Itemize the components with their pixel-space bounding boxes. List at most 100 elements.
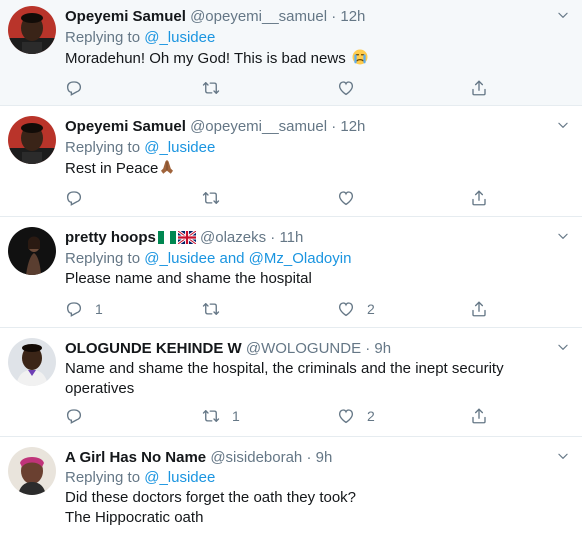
user-handle[interactable]: @WOLOGUNDE xyxy=(246,340,361,357)
timestamp[interactable]: 9h xyxy=(374,340,391,357)
tweet-actions xyxy=(65,78,505,98)
tweet-header: OLOGUNDE KEHINDE W @WOLOGUNDE · 9h xyxy=(65,339,391,359)
heart-icon xyxy=(337,79,355,97)
tweet-item[interactable]: Opeyemi Samuel @opeyemi__samuel · 12h Re… xyxy=(0,0,582,106)
tweet-actions: 1 2 xyxy=(65,406,505,426)
retweet-button[interactable] xyxy=(202,299,220,319)
separator: · xyxy=(306,449,312,466)
heart-icon xyxy=(337,407,355,425)
tweet-item[interactable]: Opeyemi Samuel @opeyemi__samuel · 12h Re… xyxy=(0,106,582,217)
replying-to-label: Replying to xyxy=(65,139,141,156)
reply-to-link[interactable]: @_lusidee xyxy=(144,469,215,486)
separator: · xyxy=(331,8,337,25)
tweet-text: Rest in Peace xyxy=(65,158,176,179)
user-handle[interactable]: @sisideborah xyxy=(210,449,302,466)
share-icon xyxy=(470,407,488,425)
user-handle[interactable]: @opeyemi__samuel xyxy=(190,8,327,25)
reply-count: 1 xyxy=(95,301,103,317)
avatar[interactable] xyxy=(8,116,56,164)
share-icon xyxy=(470,79,488,97)
tweet-item[interactable]: A Girl Has No Name @sisideborah · 9h Rep… xyxy=(0,437,582,536)
user-handle[interactable]: @opeyemi__samuel xyxy=(190,118,327,135)
heart-icon xyxy=(337,300,355,318)
reply-button[interactable] xyxy=(65,406,83,426)
avatar[interactable] xyxy=(8,227,56,275)
reply-button[interactable] xyxy=(65,78,83,98)
tweet-text-line: The Hippocratic oath xyxy=(65,509,204,526)
replying-to-label: Replying to xyxy=(65,29,141,46)
uk-flag-icon xyxy=(177,231,196,244)
tweet-header: A Girl Has No Name @sisideborah · 9h xyxy=(65,448,332,468)
tweet-text-body: Moradehun! Oh my God! This is bad news xyxy=(65,50,346,67)
like-button[interactable] xyxy=(337,78,355,98)
separator: · xyxy=(365,340,371,357)
reply-icon xyxy=(65,407,83,425)
folded-hands-icon xyxy=(161,160,174,174)
avatar[interactable] xyxy=(8,447,56,495)
reply-icon xyxy=(65,79,83,97)
avatar[interactable] xyxy=(8,6,56,54)
display-name[interactable]: OLOGUNDE KEHINDE W xyxy=(65,340,242,357)
share-button[interactable] xyxy=(470,299,488,319)
tweet-text-body: Rest in Peace xyxy=(65,160,159,177)
replying-to-label: Replying to xyxy=(65,469,141,486)
tweet-text-body: Name and shame the hospital, the crimina… xyxy=(65,360,504,397)
reply-to-link[interactable]: @_lusidee xyxy=(144,139,215,156)
retweet-button[interactable] xyxy=(202,188,220,208)
like-count: 2 xyxy=(367,408,375,424)
tweet-text-body: Please name and shame the hospital xyxy=(65,270,312,287)
retweet-button[interactable] xyxy=(202,78,220,98)
tweet-item[interactable]: pretty hoops @olazeks · 11h Replying to … xyxy=(0,217,582,328)
reply-icon xyxy=(65,300,83,318)
chevron-down-icon[interactable] xyxy=(556,449,570,463)
crying-face-icon xyxy=(352,49,368,65)
like-button[interactable]: 2 xyxy=(337,406,375,426)
timestamp[interactable]: 12h xyxy=(340,8,365,25)
timestamp[interactable]: 11h xyxy=(279,229,303,246)
chevron-down-icon[interactable] xyxy=(556,340,570,354)
retweet-icon xyxy=(202,79,220,97)
reply-button[interactable]: 1 xyxy=(65,299,103,319)
share-icon xyxy=(470,189,488,207)
chevron-down-icon[interactable] xyxy=(556,8,570,22)
tweet-text: Please name and shame the hospital xyxy=(65,269,312,289)
replying-to: Replying to @_lusidee xyxy=(65,138,215,158)
timestamp[interactable]: 9h xyxy=(316,449,333,466)
avatar[interactable] xyxy=(8,338,56,386)
retweet-icon xyxy=(202,189,220,207)
chevron-down-icon[interactable] xyxy=(556,118,570,132)
display-name[interactable]: pretty hoops xyxy=(65,229,156,246)
nigeria-flag-icon xyxy=(157,231,176,244)
tweet-item[interactable]: OLOGUNDE KEHINDE W @WOLOGUNDE · 9h Name … xyxy=(0,328,582,437)
retweet-icon xyxy=(202,300,220,318)
tweet-text-line: Did these doctors forget the oath they t… xyxy=(65,489,357,506)
tweet-text: Name and shame the hospital, the crimina… xyxy=(65,359,505,399)
reply-to-link[interactable]: @_lusidee and @Mz_Oladoyin xyxy=(144,250,351,267)
user-handle[interactable]: @olazeks xyxy=(200,229,266,246)
timestamp[interactable]: 12h xyxy=(340,118,365,135)
share-button[interactable] xyxy=(470,406,488,426)
share-button[interactable] xyxy=(470,78,488,98)
like-button[interactable] xyxy=(337,188,355,208)
reply-button[interactable] xyxy=(65,188,83,208)
reply-to-link[interactable]: @_lusidee xyxy=(144,29,215,46)
tweet-actions xyxy=(65,188,505,208)
replying-to: Replying to @_lusidee and @Mz_Oladoyin xyxy=(65,249,351,269)
tweet-header: Opeyemi Samuel @opeyemi__samuel · 12h xyxy=(65,7,365,27)
display-name[interactable]: Opeyemi Samuel xyxy=(65,8,186,25)
separator: · xyxy=(270,229,276,246)
like-count: 2 xyxy=(367,301,375,317)
chevron-down-icon[interactable] xyxy=(556,229,570,243)
tweet-header: pretty hoops @olazeks · 11h xyxy=(65,228,303,248)
retweet-count: 1 xyxy=(232,408,240,424)
display-name[interactable]: A Girl Has No Name xyxy=(65,449,206,466)
replying-to: Replying to @_lusidee xyxy=(65,468,215,488)
tweet-text: Did these doctors forget the oath they t… xyxy=(65,488,356,528)
tweet-actions: 1 2 xyxy=(65,299,505,319)
retweet-button[interactable]: 1 xyxy=(202,406,240,426)
retweet-icon xyxy=(202,407,220,425)
separator: · xyxy=(331,118,337,135)
share-button[interactable] xyxy=(470,188,488,208)
like-button[interactable]: 2 xyxy=(337,299,375,319)
display-name[interactable]: Opeyemi Samuel xyxy=(65,118,186,135)
